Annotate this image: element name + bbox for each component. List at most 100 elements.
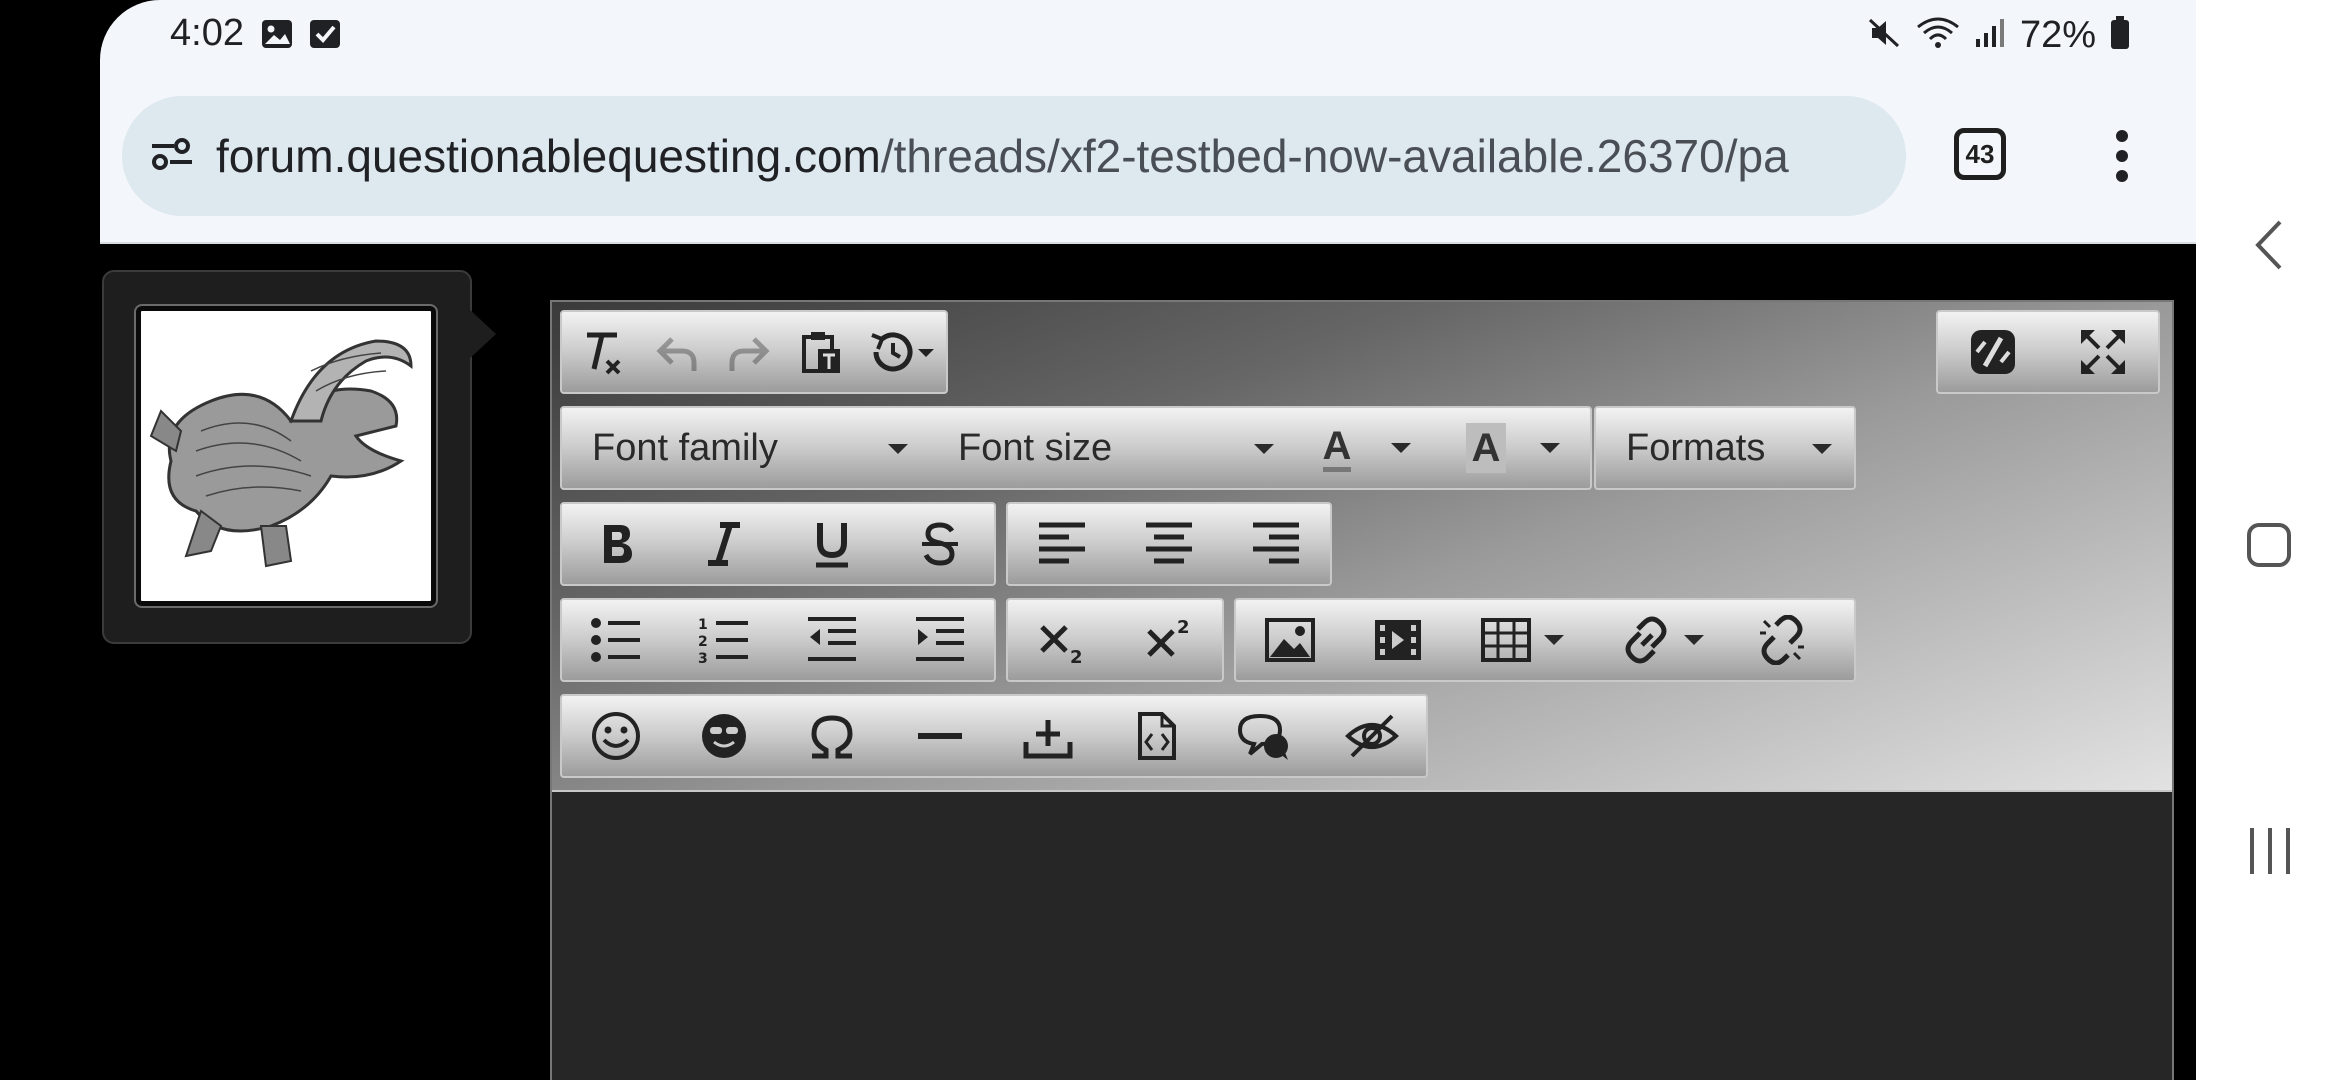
back-icon[interactable] [2254, 220, 2284, 275]
redo-icon [729, 337, 770, 371]
bullet-list-button[interactable] [562, 600, 670, 680]
special-character-button[interactable] [778, 696, 886, 776]
more-options-icon[interactable] [2112, 128, 2132, 189]
insert-image-button[interactable] [1236, 600, 1344, 680]
chevron-down-icon [1544, 635, 1564, 645]
paste-as-text-button[interactable] [785, 312, 857, 392]
subscript-button[interactable]: 2 [1008, 600, 1115, 680]
link-icon [1625, 616, 1667, 664]
svg-text:2: 2 [1177, 617, 1190, 638]
rich-text-editor: Font family Font size A A Formats 1 2 3 … [550, 300, 2174, 1080]
editor-toolbar: Font family Font size A A Formats 1 2 3 … [552, 302, 2172, 792]
status-bar: 4:02 72% [100, 0, 2196, 70]
avatar[interactable] [134, 304, 438, 608]
mute-icon [1866, 15, 1902, 56]
emoji-button[interactable] [670, 696, 778, 776]
chevron-down-icon [1391, 443, 1412, 453]
quote-button[interactable] [1210, 696, 1318, 776]
strikethrough-button[interactable] [886, 504, 994, 584]
redo-button[interactable] [713, 312, 785, 392]
android-navigation-bar [2196, 0, 2340, 1080]
font-family-select[interactable]: Font family [562, 408, 928, 488]
unlink-icon [1760, 615, 1804, 665]
text-color-icon: A [1322, 425, 1352, 472]
formats-label: Formats [1626, 426, 1766, 469]
horizontal-rule-icon [918, 733, 962, 739]
home-icon[interactable] [2246, 522, 2292, 573]
speech-bubbles-icon [1237, 713, 1288, 760]
insert-media-button[interactable] [1344, 600, 1452, 680]
bbcode-toggle-icon [1971, 330, 2015, 374]
outdent-button[interactable] [778, 600, 886, 680]
underline-icon [816, 523, 848, 568]
clear-format-button[interactable] [562, 312, 642, 392]
superscript-button[interactable]: 2 [1115, 600, 1222, 680]
italic-icon [708, 522, 740, 566]
background-color-icon: A [1465, 423, 1507, 473]
svg-text:2: 2 [698, 634, 708, 650]
toggle-bbcode-button[interactable] [1938, 312, 2048, 392]
align-center-icon [1145, 522, 1192, 564]
numbered-list-button[interactable]: 123 [670, 600, 778, 680]
italic-button[interactable] [670, 504, 778, 584]
smilies-button[interactable] [562, 696, 670, 776]
toolbar-group-text-style [560, 502, 996, 586]
formats-select[interactable]: Formats [1596, 408, 1854, 488]
align-center-button[interactable] [1115, 504, 1222, 584]
url-text[interactable]: forum.questionablequesting.com/threads/x… [216, 129, 1876, 183]
paste-text-icon [801, 332, 840, 373]
underline-button[interactable] [778, 504, 886, 584]
battery-percent: 72% [2019, 14, 2096, 56]
insert-spoiler-button[interactable] [994, 696, 1102, 776]
align-left-icon [1038, 522, 1085, 564]
text-color-button[interactable]: A [1294, 408, 1440, 488]
font-size-select[interactable]: Font size [928, 408, 1294, 488]
omega-icon [811, 715, 853, 759]
toolbar-group-script: 2 2 [1006, 598, 1224, 682]
avatar-pointer [468, 308, 496, 360]
bullet-list-icon [591, 618, 640, 662]
toolbar-group-insert [1234, 598, 1856, 682]
restore-draft-button[interactable] [856, 312, 946, 392]
url-domain: forum.questionablequesting.com [216, 130, 881, 182]
fullscreen-button[interactable] [2048, 312, 2158, 392]
align-right-icon [1253, 522, 1300, 564]
clear-format-icon [586, 332, 621, 375]
smile-icon [592, 712, 640, 760]
background-color-button[interactable]: A [1440, 408, 1586, 488]
subscript-icon: 2 [1039, 625, 1082, 665]
battery-icon [2110, 16, 2130, 55]
site-settings-icon[interactable] [148, 134, 196, 179]
indent-button[interactable] [886, 600, 994, 680]
align-right-button[interactable] [1223, 504, 1330, 584]
code-button[interactable] [1102, 696, 1210, 776]
tab-switcher-button[interactable]: 43 [1954, 128, 2006, 180]
undo-button[interactable] [642, 312, 714, 392]
url-path: /threads/xf2-testbed-now-available.26370… [880, 130, 1789, 182]
insert-table-button[interactable] [1452, 600, 1592, 680]
toolbar-group-extras [560, 694, 1428, 778]
signal-icon [1974, 17, 2006, 54]
toolbar-group-lists: 123 [560, 598, 996, 682]
chevron-down-icon [1254, 444, 1274, 454]
insert-link-button[interactable] [1592, 600, 1732, 680]
outdent-icon [808, 617, 856, 661]
crocodile-icon [149, 339, 413, 568]
status-icons-right: 72% [1866, 14, 2130, 57]
bold-button[interactable] [562, 504, 670, 584]
recent-apps-icon[interactable] [2248, 826, 2292, 881]
font-family-label: Font family [592, 426, 778, 469]
editor-content[interactable] [552, 792, 2172, 1080]
indent-icon [916, 617, 964, 661]
strikethrough-icon [922, 522, 958, 566]
svg-text:1: 1 [698, 617, 708, 633]
browser-chrome: 4:02 72% forum.questionablequesting.com/… [100, 0, 2196, 244]
status-time: 4:02 [170, 12, 244, 54]
address-bar[interactable]: forum.questionablequesting.com/threads/x… [122, 96, 1906, 216]
insert-box-icon [1023, 720, 1073, 759]
hide-content-button[interactable] [1318, 696, 1426, 776]
horizontal-line-button[interactable] [886, 696, 994, 776]
remove-link-button[interactable] [1732, 600, 1832, 680]
align-left-button[interactable] [1008, 504, 1115, 584]
svg-text:3: 3 [698, 651, 708, 665]
